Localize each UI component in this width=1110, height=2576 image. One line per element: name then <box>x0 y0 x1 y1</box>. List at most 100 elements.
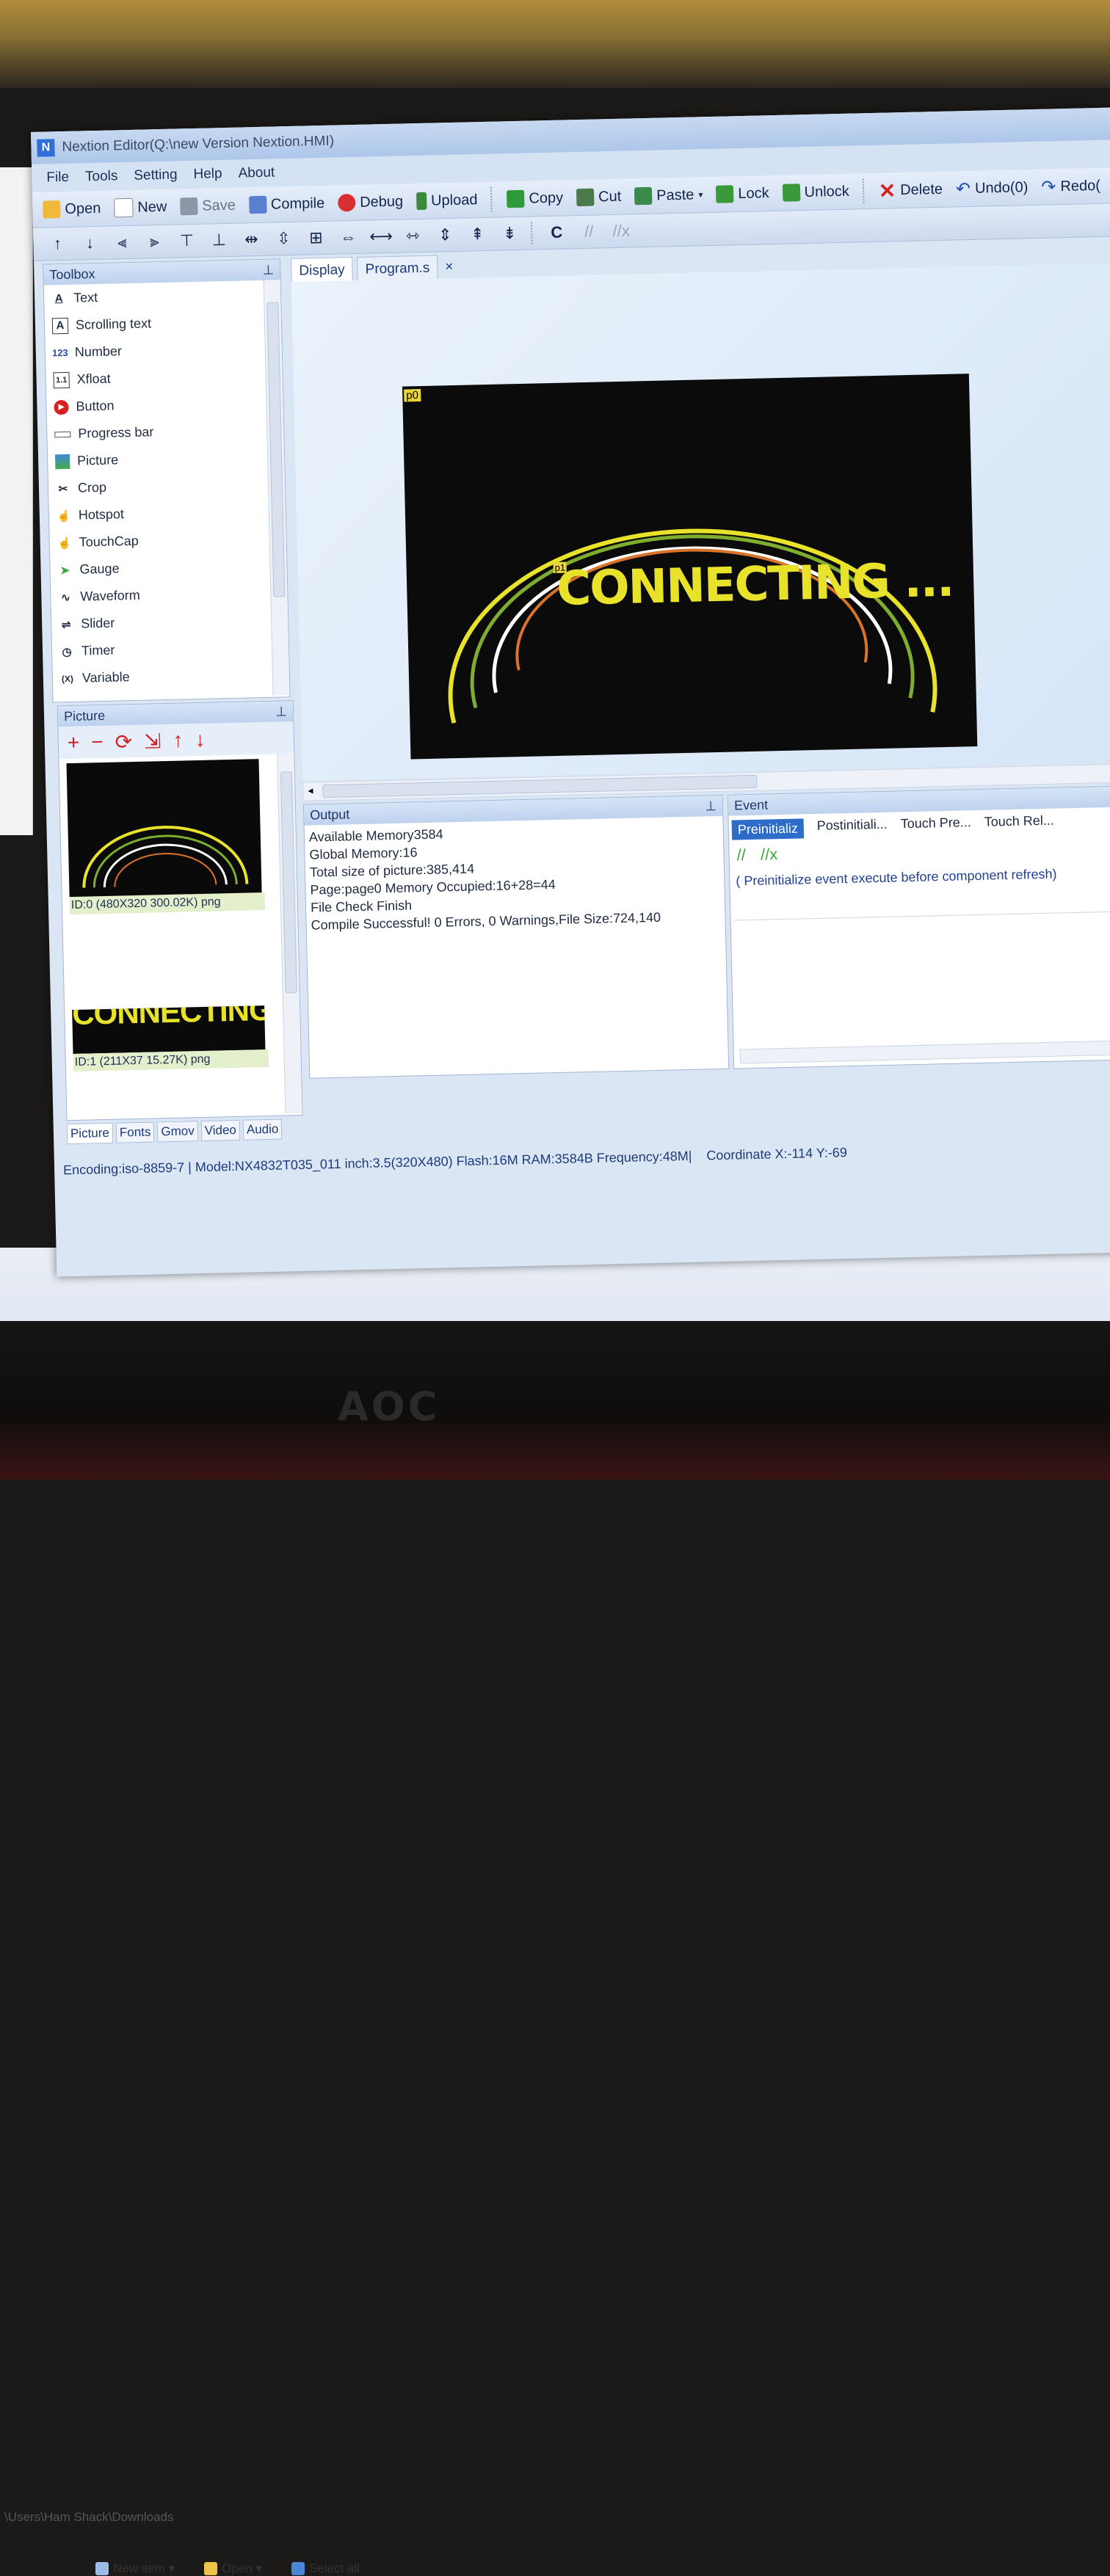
undo-icon: ↶ <box>955 178 971 199</box>
v-spacing-decrease-icon[interactable]: ⇟ <box>498 224 521 244</box>
select-all-button[interactable]: Select all <box>291 2561 360 2576</box>
select-all-icon <box>291 2562 305 2575</box>
tab-touch-press[interactable]: Touch Pre... <box>901 815 972 836</box>
pin-icon[interactable]: ⊥ <box>262 262 274 277</box>
folder-icon <box>204 2562 218 2575</box>
debug-button[interactable]: Debug <box>337 193 403 212</box>
delete-icon: ✕ <box>878 178 896 203</box>
tab-preinitialize[interactable]: Preinitializ <box>731 818 805 840</box>
picture-thumbnail-1[interactable]: CONNECTING ... <box>72 1005 266 1055</box>
output-log: Available Memory3584 Global Memory:16 To… <box>305 816 725 934</box>
insert-picture-icon[interactable]: ⇲ <box>144 729 162 754</box>
open-button[interactable]: Open <box>43 200 101 219</box>
move-up-icon[interactable]: ↑ <box>173 729 184 752</box>
compile-icon <box>248 195 267 214</box>
text-icon: A <box>54 292 63 305</box>
upload-icon <box>416 192 427 211</box>
toolbox-scroll-thumb[interactable] <box>266 302 286 597</box>
code-icon[interactable]: C <box>545 222 568 242</box>
hmi-display-preview[interactable]: p0 p1 CONNECTING ... <box>402 374 978 760</box>
copy-button[interactable]: Copy <box>507 189 563 208</box>
menu-setting[interactable]: Setting <box>134 167 178 183</box>
tab-audio[interactable]: Audio <box>242 1118 283 1140</box>
compile-button[interactable]: Compile <box>248 194 325 214</box>
paste-button[interactable]: Paste ▾ <box>634 186 703 205</box>
resource-tabs: Picture Fonts Gmov Video Audio <box>66 1118 283 1145</box>
uncomment-icon[interactable]: //x <box>761 845 778 864</box>
center-horizontal-icon[interactable]: ⇹ <box>240 230 263 250</box>
paste-dropdown-icon[interactable]: ▾ <box>698 189 703 200</box>
pin-icon[interactable]: ⊥ <box>705 798 717 814</box>
menu-file[interactable]: File <box>46 170 69 186</box>
picture-scroll-thumb[interactable] <box>280 771 297 994</box>
bring-forward-icon[interactable]: ↑ <box>46 234 69 254</box>
h-spacing-increase-icon[interactable]: ⇿ <box>402 226 424 246</box>
scroll-left-icon[interactable]: ◂ <box>308 785 313 797</box>
uncomment-icon[interactable]: //x <box>610 221 633 241</box>
save-icon <box>180 197 198 216</box>
tab-gmov[interactable]: Gmov <box>157 1121 199 1143</box>
remove-picture-icon[interactable]: − <box>91 730 104 754</box>
lock-icon <box>716 185 734 203</box>
tab-picture[interactable]: Picture <box>66 1122 114 1145</box>
hand-icon: ☝ <box>57 509 71 523</box>
align-top-icon[interactable]: ⊤ <box>175 231 198 251</box>
debug-icon <box>337 193 356 212</box>
same-width-icon[interactable]: ⇔ <box>337 228 360 247</box>
send-backward-icon[interactable]: ↓ <box>79 233 101 253</box>
h-spacing-equal-icon[interactable]: ⟷ <box>369 227 393 247</box>
undo-button[interactable]: ↶ Undo(0) <box>956 177 1029 200</box>
monitor-bezel <box>0 1321 1110 1480</box>
tab-video[interactable]: Video <box>200 1119 241 1142</box>
replace-picture-icon[interactable]: ⟳ <box>115 729 132 754</box>
close-tab-icon[interactable]: × <box>442 255 457 280</box>
unlock-button[interactable]: Unlock <box>782 183 849 202</box>
add-picture-icon[interactable]: + <box>68 731 80 754</box>
xfloat-icon: 1.1 <box>53 371 70 388</box>
cut-button[interactable]: Cut <box>576 188 622 207</box>
delete-button[interactable]: ✕ Delete <box>878 177 943 203</box>
status-bar: Encoding:iso-8859-7 | Model:NX4832T035_0… <box>62 1135 1110 1182</box>
toolbox-list: A Text A Scrolling text 123 Number 1.1 Xfloa… <box>44 280 290 692</box>
new-item-button[interactable]: New item ▾ <box>95 2561 175 2576</box>
move-down-icon[interactable]: ↓ <box>195 728 206 752</box>
variable-icon: (X) <box>61 673 74 684</box>
explorer-open-button[interactable]: Open ▾ <box>204 2561 262 2576</box>
align-left-icon[interactable]: ⫷ <box>111 233 134 252</box>
align-bottom-icon[interactable]: ⊥ <box>208 230 231 250</box>
event-code-editor[interactable] <box>733 911 1110 1047</box>
copy-icon <box>507 189 525 208</box>
progress-bar-icon <box>54 431 71 437</box>
menu-tools[interactable]: Tools <box>85 168 118 185</box>
menu-about[interactable]: About <box>238 164 275 181</box>
picture-icon <box>54 454 70 469</box>
save-button[interactable]: Save <box>180 197 236 216</box>
v-spacing-increase-icon[interactable]: ⇞ <box>466 225 489 244</box>
tab-fonts[interactable]: Fonts <box>115 1121 155 1143</box>
same-size-icon[interactable]: ⊞ <box>305 228 327 248</box>
connecting-text[interactable]: CONNECTING ... <box>556 553 954 616</box>
comment-icon[interactable]: // <box>578 222 601 241</box>
upload-button[interactable]: Upload <box>416 191 478 211</box>
tool-variable[interactable]: (X) Variable <box>52 660 289 692</box>
design-canvas[interactable]: p0 p1 CONNECTING ... <box>291 263 1110 781</box>
tab-postinitialize[interactable]: Postinitiali... <box>817 817 888 838</box>
event-description: ( Preinitialize event execute before com… <box>736 866 1057 889</box>
cut-icon <box>576 188 595 207</box>
component-p0-tag[interactable]: p0 <box>404 389 421 402</box>
align-right-icon[interactable]: ⫸ <box>143 232 166 252</box>
new-button[interactable]: New <box>114 197 167 218</box>
pin-icon[interactable]: ⊥ <box>275 704 287 719</box>
redo-button[interactable]: ↷ Redo( <box>1041 175 1100 197</box>
menu-help[interactable]: Help <box>193 166 222 183</box>
tab-touch-release[interactable]: Touch Rel... <box>984 813 1055 834</box>
nextion-logo-icon: N <box>37 139 55 157</box>
comment-icon[interactable]: // <box>736 845 746 864</box>
center-vertical-icon[interactable]: ⇳ <box>272 229 295 249</box>
status-coordinate: Coordinate X:-114 Y:-69 <box>706 1144 848 1163</box>
v-spacing-equal-icon[interactable]: ⇕ <box>434 225 457 245</box>
picture-scrollbar[interactable] <box>277 754 302 1114</box>
picture-thumbnail-0[interactable] <box>66 759 262 898</box>
event-title: Event <box>733 796 769 812</box>
lock-button[interactable]: Lock <box>716 184 769 203</box>
